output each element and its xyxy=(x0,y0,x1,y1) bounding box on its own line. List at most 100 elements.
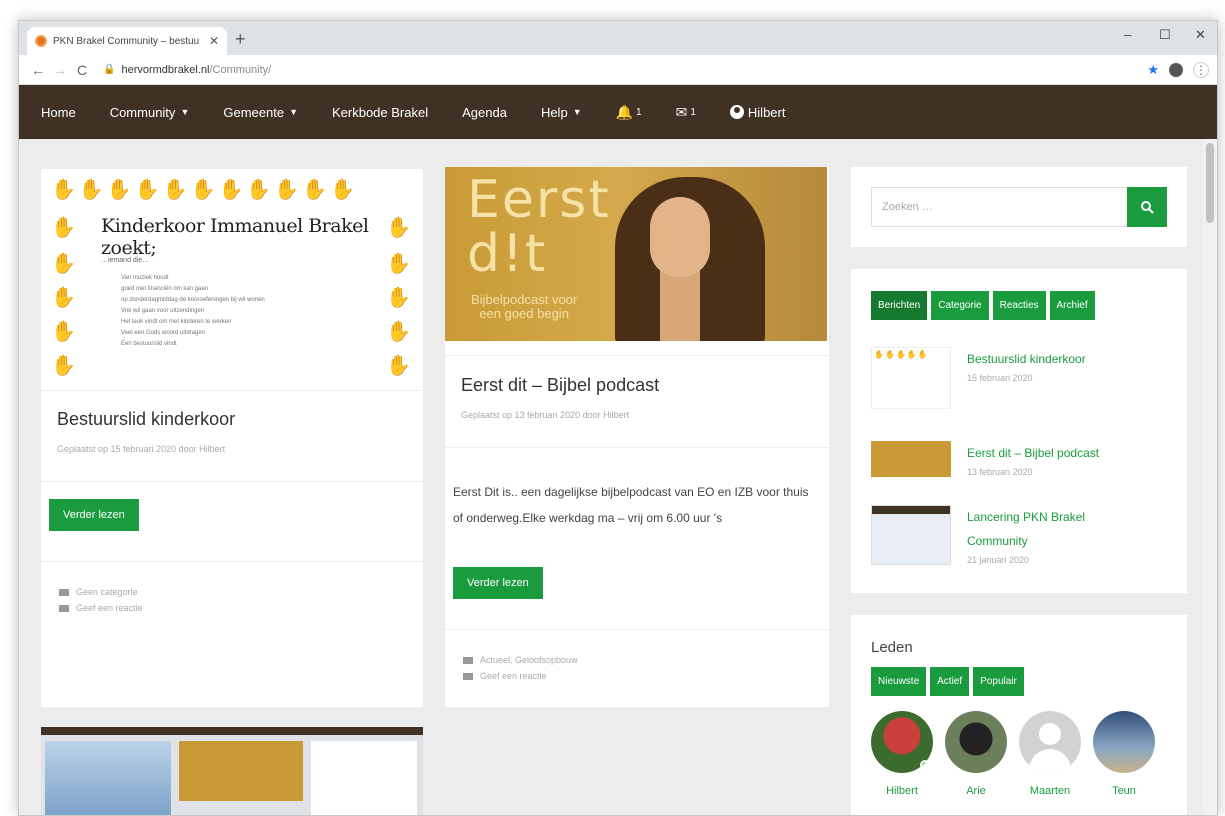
tab-reacties[interactable]: Reacties xyxy=(992,291,1046,320)
chevron-down-icon: ▼ xyxy=(572,107,582,117)
recent-post-title[interactable]: Bestuurslid kinderkoor xyxy=(967,347,1086,371)
recent-post-title[interactable]: Lancering PKN Brakel Community xyxy=(967,505,1137,553)
tab-strip: PKN Brakel Community – bestuu ✕ + – ☐ ✕ xyxy=(19,21,1217,55)
close-tab-icon[interactable]: ✕ xyxy=(209,34,219,48)
online-status-dot xyxy=(920,760,930,770)
nav-gemeente[interactable]: Gemeente ▼ xyxy=(223,105,298,120)
nav-kerkbode[interactable]: Kerkbode Brakel xyxy=(332,105,428,120)
photo-detail xyxy=(650,197,710,277)
main-content: ✋✋✋✋✋✋✋✋✋✋✋ ✋ ✋ ✋ ✋ ✋ ✋ ✋ ✋ ✋ ✋ Kinderko… xyxy=(19,139,1217,815)
member-item[interactable]: Hilbert xyxy=(871,711,933,797)
nav-gemeente-label: Gemeente xyxy=(223,104,285,120)
nav-notifications[interactable]: 🔔 1 xyxy=(616,104,642,121)
back-icon[interactable]: ← xyxy=(27,62,49,78)
image-list-item: Van muziek houdt xyxy=(121,275,169,281)
minimize-button[interactable]: – xyxy=(1124,27,1131,42)
hand-icon: ✋ xyxy=(51,355,76,377)
image-subheading-line: een goed begin xyxy=(479,306,569,321)
read-more-button[interactable]: Verder lezen xyxy=(49,499,139,531)
member-item[interactable]: Teun xyxy=(1093,711,1155,797)
image-list-item: Vrei wil gaan voor uitzendingen xyxy=(121,308,205,314)
member-item[interactable]: Arie xyxy=(945,711,1007,797)
browser-tab[interactable]: PKN Brakel Community – bestuu ✕ xyxy=(27,27,227,55)
read-more-button[interactable]: Verder lezen xyxy=(453,567,543,599)
image-heading-line: d!t xyxy=(467,224,548,284)
nav-community[interactable]: Community ▼ xyxy=(110,105,190,120)
menu-kebab-icon[interactable]: ⋮ xyxy=(1193,61,1209,78)
search-input[interactable]: Zoeken … xyxy=(871,187,1128,227)
recent-posts-widget: Berichten Categorie Reacties Archief ✋✋✋… xyxy=(851,269,1187,593)
list-item[interactable]: Eerst dit – Bijbel podcast 13 februari 2… xyxy=(871,441,1171,477)
comment-icon xyxy=(59,604,69,612)
post-meta: Geplaatst op 15 februari 2020 door Hilbe… xyxy=(57,444,226,454)
avatar xyxy=(1019,711,1081,773)
nav-help-label: Help xyxy=(540,104,568,120)
post-category[interactable]: Geen categorie xyxy=(76,587,138,597)
new-tab-button[interactable]: + xyxy=(235,29,246,50)
members-widget: Leden Nieuwste Actief Populair Hilbert A… xyxy=(851,615,1187,815)
members-title: Leden xyxy=(871,639,913,656)
hand-icon: ✋ xyxy=(51,321,76,343)
image-heading: Kinderkoor Immanuel Brakel zoekt; xyxy=(101,215,369,259)
post-thumbnail[interactable] xyxy=(45,741,171,815)
post-thumbnail: ✋✋✋✋✋ xyxy=(871,347,951,409)
forward-icon[interactable]: → xyxy=(49,62,71,78)
recent-post-title[interactable]: Eerst dit – Bijbel podcast xyxy=(967,441,1099,465)
image-heading-line: Eerst xyxy=(467,170,611,230)
hand-icon: ✋ xyxy=(386,355,411,377)
tab-populair[interactable]: Populair xyxy=(973,667,1024,696)
post-image[interactable]: ✋✋✋✋✋✋✋✋✋✋✋ ✋ ✋ ✋ ✋ ✋ ✋ ✋ ✋ ✋ ✋ Kinderko… xyxy=(41,169,421,391)
nav-agenda[interactable]: Agenda xyxy=(462,105,507,120)
post-comment-link[interactable]: Geef een reactie xyxy=(480,671,547,681)
scrollbar[interactable] xyxy=(1203,139,1217,815)
post-card: Eerst d!t Bijbelpodcast voor een goed begi… xyxy=(445,167,829,707)
lock-icon: 🔒 xyxy=(103,64,116,75)
nav-user[interactable]: Hilbert xyxy=(729,104,786,120)
post-title[interactable]: Bestuurslid kinderkoor xyxy=(57,409,235,430)
bookmark-star-icon[interactable]: ★ xyxy=(1147,62,1159,78)
post-comment-link[interactable]: Geef een reactie xyxy=(76,603,143,613)
chevron-down-icon: ▼ xyxy=(289,107,298,117)
image-list-item: Veel een Gods woord uitdragen xyxy=(121,330,206,336)
recent-post-date: 13 februari 2020 xyxy=(967,467,1033,477)
maximize-button[interactable]: ☐ xyxy=(1159,27,1171,43)
member-item[interactable]: Maarten xyxy=(1019,711,1081,797)
post-category[interactable]: Actueel, Geloofsopbouw xyxy=(480,655,578,665)
post-title[interactable]: Eerst dit – Bijbel podcast xyxy=(461,375,659,396)
nav-community-label: Community xyxy=(109,104,176,120)
tab-categorie[interactable]: Categorie xyxy=(931,291,989,320)
recent-post-date: 15 februari 2020 xyxy=(967,373,1033,383)
reload-icon[interactable]: C xyxy=(71,62,93,78)
post-image[interactable]: Eerst d!t Bijbelpodcast voor een goed begi… xyxy=(445,167,827,341)
scrollbar-thumb[interactable] xyxy=(1206,143,1214,223)
tab-actief[interactable]: Actief xyxy=(930,667,970,696)
address-bar: ← → C 🔒 hervormdbrakel.nl/Community/ ★ ⋮ xyxy=(19,55,1217,85)
avatar-placeholder xyxy=(1039,723,1061,745)
folder-icon xyxy=(59,588,69,596)
messages-count: 1 xyxy=(690,106,696,118)
account-icon[interactable] xyxy=(1169,62,1183,77)
tab-nieuwste[interactable]: Nieuwste xyxy=(871,667,927,696)
nav-messages[interactable]: ✉ 1 xyxy=(676,104,696,121)
nav-user-label: Hilbert xyxy=(747,104,786,120)
url-field[interactable]: 🔒 hervormdbrakel.nl/Community/ xyxy=(103,64,271,76)
tab-archief[interactable]: Archief xyxy=(1049,291,1095,320)
nav-home[interactable]: Home xyxy=(41,105,76,120)
envelope-icon: ✉ xyxy=(675,103,688,120)
close-window-button[interactable]: ✕ xyxy=(1195,27,1206,43)
list-item[interactable]: Lancering PKN Brakel Community 21 januar… xyxy=(871,505,1171,565)
bell-icon: 🔔 xyxy=(615,103,634,120)
post-thumbnail[interactable] xyxy=(179,741,303,801)
list-item[interactable]: ✋✋✋✋✋ Bestuurslid kinderkoor 15 februari… xyxy=(871,347,1171,409)
folder-icon xyxy=(463,656,473,664)
search-button[interactable] xyxy=(1127,187,1167,227)
image-subheading-line: Bijbelpodcast voor xyxy=(471,292,578,307)
post-card xyxy=(41,727,423,815)
recent-post-date: 21 januari 2020 xyxy=(967,555,1030,565)
tab-berichten[interactable]: Berichten xyxy=(871,291,928,320)
tab-title: PKN Brakel Community – bestuu xyxy=(53,35,200,47)
post-thumbnail[interactable] xyxy=(311,741,417,815)
post-meta: Geplaatst op 13 februari 2020 door Hilbe… xyxy=(461,410,630,420)
nav-help[interactable]: Help ▼ xyxy=(541,105,582,120)
avatar-placeholder xyxy=(1029,749,1071,773)
